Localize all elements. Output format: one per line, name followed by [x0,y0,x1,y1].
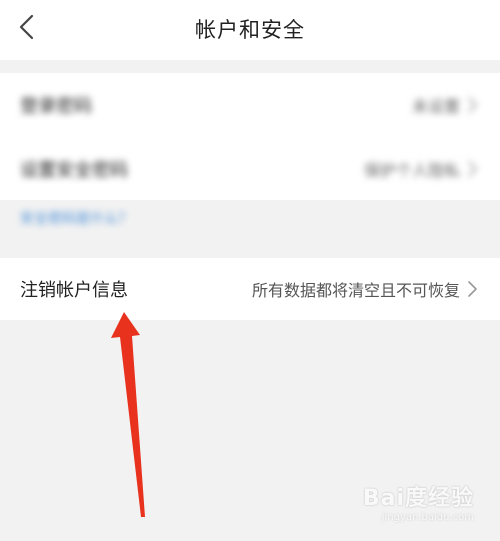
settings-row-label: 设置安全密码 [20,159,128,181]
settings-row-login-password[interactable]: 登录密码 未设置 [0,73,500,137]
settings-row-value: 未设置 [411,97,460,116]
page-title: 帐户和安全 [195,18,305,42]
section-gap [0,60,500,73]
settings-row-label: 注销帐户信息 [20,280,128,301]
settings-row-deactivate-account[interactable]: 注销帐户信息 所有数据都将清空且不可恢复 [0,258,500,320]
watermark: Bai度经验 jingyan.baidu.com [363,480,474,523]
settings-row-label: 登录密码 [20,96,92,117]
settings-row-value: 所有数据都将清空且不可恢复 [251,281,460,300]
watermark-logo: Bai度经验 [362,486,474,511]
settings-row-security-password[interactable]: 设置安全密码 保护个人隐私 [0,137,500,200]
chevron-right-icon [468,160,477,177]
watermark-url: jingyan.baidu.com [381,512,474,523]
chevron-right-icon [468,281,477,297]
settings-row-value: 保护个人隐私 [363,160,460,180]
security-password-help-link[interactable]: 安全密码是什么？ [20,208,132,228]
chevron-right-icon [468,97,477,113]
top-bar: 帐户和安全 [0,0,500,60]
